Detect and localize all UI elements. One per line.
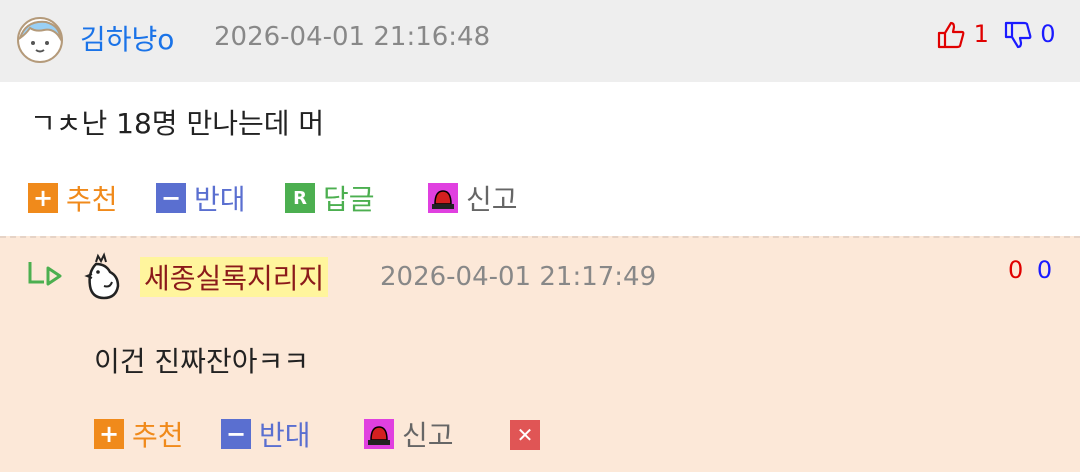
close-icon: ✕ bbox=[510, 420, 540, 450]
reply-icon: R bbox=[285, 183, 315, 213]
reply-oppose-label: 반대 bbox=[259, 419, 311, 452]
thumbs-up-icon[interactable] bbox=[936, 20, 966, 50]
thumbs-down-icon[interactable] bbox=[1003, 20, 1033, 50]
reply-downvote-count[interactable]: 0 bbox=[1037, 256, 1052, 284]
comment-downvote-count: 0 bbox=[1040, 20, 1056, 48]
siren-icon bbox=[428, 183, 458, 213]
delete-button[interactable]: ✕ bbox=[510, 420, 548, 450]
oppose-button[interactable]: − 반대 bbox=[156, 178, 246, 218]
reply-button[interactable]: R 답글 bbox=[285, 178, 375, 218]
recommend-label: 추천 bbox=[66, 183, 118, 216]
siren-icon bbox=[364, 419, 394, 449]
reply-nickname[interactable]: 세종실록지리지 bbox=[140, 257, 329, 297]
avatar-icon[interactable] bbox=[16, 16, 64, 64]
comment-votes: 1 0 bbox=[936, 20, 1055, 50]
reply-oppose-button[interactable]: − 반대 bbox=[221, 414, 311, 454]
plus-icon: + bbox=[28, 183, 58, 213]
comment-text: ㄱㅊ난 18명 만나는데 머 bbox=[30, 107, 325, 140]
comment-datetime: 2026-04-01 21:16:48 bbox=[214, 22, 491, 52]
reply-recommend-label: 추천 bbox=[132, 419, 184, 452]
reply-report-label: 신고 bbox=[402, 419, 454, 452]
reply-datetime: 2026-04-01 21:17:49 bbox=[380, 262, 657, 292]
report-label: 신고 bbox=[466, 183, 518, 216]
reply-upvote-count[interactable]: 0 bbox=[1008, 256, 1023, 284]
reply-report-button[interactable]: 신고 bbox=[364, 414, 454, 454]
report-button[interactable]: 신고 bbox=[428, 178, 518, 218]
recommend-button[interactable]: + 추천 bbox=[28, 178, 118, 218]
reply-recommend-button[interactable]: + 추천 bbox=[94, 414, 184, 454]
reply-divider bbox=[0, 236, 1080, 238]
reply-label: 답글 bbox=[323, 183, 375, 216]
reply-arrow-icon bbox=[28, 262, 62, 286]
reply-text: 이건 진짜잔아ㅋㅋ bbox=[94, 345, 309, 378]
minus-icon: − bbox=[156, 183, 186, 213]
plus-icon: + bbox=[94, 419, 124, 449]
comment-nickname[interactable]: 김하냥o bbox=[80, 18, 174, 58]
chicken-avatar-icon[interactable] bbox=[84, 252, 124, 302]
reply-votes: 0 0 bbox=[1008, 256, 1052, 284]
comment-upvote-count: 1 bbox=[973, 20, 989, 48]
oppose-label: 반대 bbox=[194, 183, 246, 216]
minus-icon: − bbox=[221, 419, 251, 449]
